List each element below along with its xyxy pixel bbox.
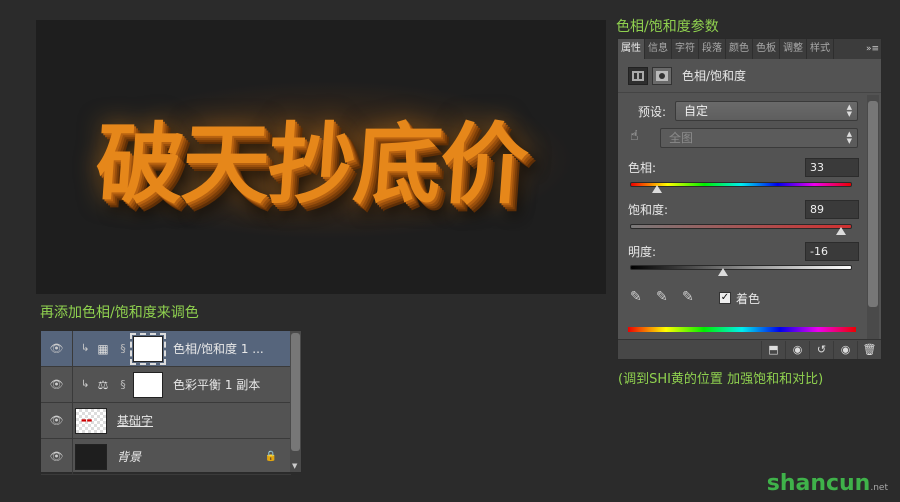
document-canvas[interactable]: 破天抄底价	[36, 20, 606, 294]
tab-swatches[interactable]: 色板	[753, 39, 780, 59]
site-watermark: shancun.net	[767, 471, 888, 496]
layers-panel: 👁 ↳ ▦ § 色相/饱和度 1 ... 👁 ↳ ⚖ § 色彩平衡 1 副本 👁…	[40, 330, 302, 475]
eye-icon[interactable]: 👁	[41, 403, 73, 438]
properties-title: 色相/饱和度	[682, 69, 747, 83]
colorize-checkbox[interactable]: ✓	[719, 292, 731, 304]
layer-row[interactable]: 👁 背景 🔒	[41, 439, 291, 475]
layer-row[interactable]: 👁 ↳ ▦ § 色相/饱和度 1 ...	[41, 331, 291, 367]
tab-paragraph[interactable]: 段落	[699, 39, 726, 59]
clip-arrow-icon: ↳	[81, 343, 90, 354]
hue-input[interactable]: 33	[805, 158, 859, 177]
preset-label: 预设:	[638, 105, 667, 119]
channel-value: 全图	[669, 131, 694, 145]
properties-scrollbar[interactable]	[867, 95, 879, 341]
link-icon[interactable]: §	[117, 342, 129, 355]
layer-row[interactable]: 👁 ▬▬ 基础字	[41, 403, 291, 439]
lightness-input[interactable]: -16	[805, 242, 859, 261]
properties-header: 色相/饱和度	[618, 59, 881, 93]
layer-name[interactable]: 背景	[117, 448, 141, 465]
lightness-slider-thumb[interactable]	[718, 268, 729, 276]
hue-sat-layer-icon: ▦	[97, 341, 109, 356]
lightness-slider[interactable]	[630, 265, 852, 270]
mask-icon[interactable]	[652, 66, 672, 85]
panel-tabs: 属性 信息 字符 段落 颜色 色板 调整 样式 »≡	[618, 39, 881, 59]
caption-add-adjustment: 再添加色相/饱和度来调色	[40, 305, 199, 321]
saturation-slider-thumb[interactable]	[835, 227, 846, 235]
tab-adjustments[interactable]: 调整	[780, 39, 807, 59]
eye-icon[interactable]: 👁	[41, 439, 73, 474]
reset-icon[interactable]: ↺	[809, 340, 833, 359]
scroll-down-icon[interactable]: ▼	[292, 462, 297, 470]
watermark-sub: .net	[870, 483, 888, 493]
scrollbar-thumb[interactable]	[291, 333, 300, 451]
tab-color[interactable]: 颜色	[726, 39, 753, 59]
color-balance-icon: ⚖	[97, 377, 109, 392]
layer-name[interactable]: 色彩平衡 1 副本	[173, 376, 260, 393]
tab-info[interactable]: 信息	[645, 39, 672, 59]
caption-adjust-note: (调到SHI黄的位置 加强饱和和对比)	[618, 372, 824, 387]
thumbnail-text-icon: ▬▬	[81, 416, 93, 424]
preset-value: 自定	[684, 104, 709, 118]
tab-properties[interactable]: 属性	[618, 39, 645, 59]
eyedropper-minus-icon[interactable]: ✎	[682, 289, 694, 305]
view-previous-icon[interactable]: ◉	[785, 340, 809, 359]
lightness-label: 明度:	[628, 245, 657, 259]
layer-thumbnail	[75, 443, 107, 470]
eye-icon[interactable]: 👁	[41, 367, 73, 402]
channel-dropdown[interactable]: 全图 ▲ ▼	[660, 128, 858, 148]
color-range-bar	[628, 327, 856, 332]
preset-dropdown[interactable]: 自定 ▲ ▼	[675, 101, 858, 121]
layer-name[interactable]: 色相/饱和度 1 ...	[173, 340, 264, 357]
eyedropper-icon[interactable]: ✎	[630, 289, 642, 305]
layer-name[interactable]: 基础字	[117, 412, 153, 429]
hand-target-icon[interactable]: ☝	[630, 128, 639, 144]
adjustment-icon[interactable]	[628, 66, 648, 85]
layers-scrollbar[interactable]: ▼	[290, 331, 301, 472]
saturation-input[interactable]: 89	[805, 200, 859, 219]
scrollbar-thumb[interactable]	[868, 101, 878, 307]
link-icon[interactable]: §	[117, 378, 129, 391]
properties-footer: ⬒ ◉ ↺ ◉ 🗑	[618, 339, 881, 359]
hue-slider-thumb[interactable]	[651, 185, 662, 193]
panel-menu-icon[interactable]: »≡	[866, 39, 879, 59]
layer-thumbnail: ▬▬	[75, 407, 107, 434]
colorize-label: 着色	[736, 292, 761, 306]
saturation-label: 饱和度:	[628, 203, 669, 217]
clip-arrow-icon: ↳	[81, 379, 90, 390]
layer-mask-thumbnail[interactable]	[130, 332, 166, 365]
clip-to-layer-icon[interactable]: ⬒	[761, 340, 785, 359]
hue-slider[interactable]	[630, 182, 852, 187]
properties-panel: 属性 信息 字符 段落 颜色 色板 调整 样式 »≡ 色相/饱和度 预设: 自定…	[617, 38, 882, 360]
lock-icon: 🔒	[264, 451, 277, 462]
watermark-main: shancun	[766, 471, 871, 496]
eye-icon[interactable]: 👁	[41, 331, 73, 366]
layer-mask-thumbnail[interactable]	[133, 371, 163, 398]
hue-label: 色相:	[628, 161, 657, 175]
tab-styles[interactable]: 样式	[807, 39, 834, 59]
canvas-art-text: 破天抄底价	[92, 113, 530, 216]
visibility-icon[interactable]: ◉	[833, 340, 857, 359]
layer-row[interactable]: 👁 ↳ ⚖ § 色彩平衡 1 副本	[41, 367, 291, 403]
dropdown-arrows-icon: ▲ ▼	[846, 130, 852, 145]
tab-character[interactable]: 字符	[672, 39, 699, 59]
eyedropper-plus-icon[interactable]: ✎	[656, 289, 668, 305]
saturation-slider[interactable]	[630, 224, 852, 229]
dropdown-arrows-icon: ▲ ▼	[846, 103, 852, 118]
trash-icon[interactable]: 🗑	[857, 340, 881, 359]
caption-hue-sat-params: 色相/饱和度参数	[616, 19, 719, 35]
